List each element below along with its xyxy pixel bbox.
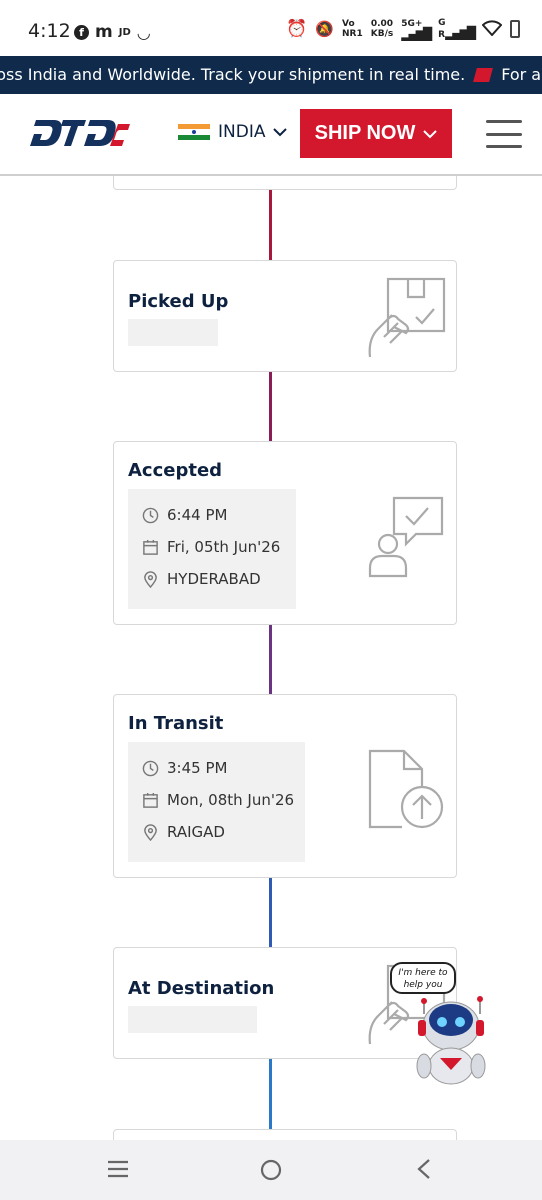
- robot-icon: [416, 996, 486, 1085]
- clock-icon: [142, 760, 159, 776]
- facebook-icon: f: [74, 24, 89, 40]
- india-flag-icon: [178, 124, 210, 140]
- step-details: 6:44 PM Fri, 05th Jun'26 HYDERABAD: [128, 489, 296, 609]
- detail-date-row: Mon, 08th Jun'26: [128, 784, 305, 816]
- timeline-card-previous: [113, 176, 457, 190]
- hamburger-menu-button[interactable]: [486, 120, 522, 148]
- system-icons: ⏰ 🔕 Vo NR1 0.00 KB/s 5G+ ▂▄▆█ G R▂▄▆█: [286, 18, 520, 40]
- ship-now-label: SHIP NOW: [314, 122, 416, 144]
- country-selector[interactable]: INDIA: [178, 122, 288, 142]
- status-bar: 4:12 f m JD ◡ ⏰ 🔕 Vo NR1 0.00 KB/s 5G+ ▂…: [0, 0, 542, 56]
- timeline-card-accepted: Accepted 6:44 PM Fri, 05th Jun'26 HYDERA…: [113, 441, 457, 625]
- recent-apps-icon[interactable]: [106, 1158, 130, 1180]
- location-pin-icon: [144, 823, 157, 841]
- dtdc-logo[interactable]: [30, 118, 130, 152]
- detail-time-row: 6:44 PM: [128, 499, 296, 531]
- site-header: INDIA SHIP NOW: [0, 94, 542, 176]
- calendar-icon: [143, 792, 158, 808]
- smile-icon: ◡: [136, 22, 151, 42]
- step-title: In Transit: [128, 713, 224, 734]
- m-icon: m: [95, 22, 113, 42]
- alarm-icon: ⏰: [286, 19, 308, 39]
- speed-unit: KB/s: [370, 29, 394, 39]
- detail-location: HYDERABAD: [167, 570, 261, 588]
- back-icon[interactable]: [414, 1158, 434, 1180]
- battery-icon: [510, 20, 520, 38]
- home-icon[interactable]: [259, 1158, 283, 1182]
- chevron-down-icon: [273, 128, 288, 137]
- detail-time-row: 3:45 PM: [128, 752, 305, 784]
- chatbot-bubble: I'm here to help you: [390, 962, 456, 994]
- step-details: 3:45 PM Mon, 08th Jun'26 RAIGAD: [128, 742, 305, 862]
- timeline-connector: [269, 372, 272, 442]
- red-flag-icon: [473, 67, 494, 82]
- volte-label: Vo: [342, 19, 355, 29]
- wifi-icon: [481, 19, 503, 39]
- notification-icons: f m JD ◡: [74, 22, 151, 42]
- ticker-text-2: For any c: [501, 65, 542, 84]
- signal-5g-icon: 5G+ ▂▄▆█: [401, 19, 432, 41]
- clock-icon: [142, 507, 159, 523]
- timeline-connector: [269, 878, 272, 948]
- detail-time: 6:44 PM: [167, 506, 228, 524]
- signal-g-icon: G R▂▄▆█: [438, 18, 476, 40]
- speed-value: 0.00: [370, 19, 394, 29]
- detail-location-row: HYDERABAD: [128, 563, 296, 595]
- system-navigation-bar: [0, 1140, 542, 1200]
- location-pin-icon: [144, 570, 157, 588]
- announcement-ticker: ross India and Worldwide. Track your shi…: [0, 56, 542, 94]
- timeline-connector: [269, 1059, 272, 1140]
- document-upload-icon: [368, 749, 444, 829]
- timeline-connector: [269, 625, 272, 695]
- step-title: Accepted: [128, 460, 223, 481]
- details-placeholder: [128, 1006, 257, 1033]
- jd-icon: JD: [118, 26, 131, 38]
- calendar-icon: [143, 539, 158, 555]
- mute-icon: 🔕: [315, 20, 334, 38]
- person-check-chat-icon: [368, 496, 444, 578]
- ticker-text: ross India and Worldwide. Track your shi…: [0, 65, 466, 84]
- timeline-card-in-transit: In Transit 3:45 PM Mon, 08th Jun'26 RAIG…: [113, 694, 457, 878]
- chatbot-launcher[interactable]: I'm here to help you: [386, 960, 496, 1090]
- details-placeholder: [128, 319, 218, 346]
- volte-indicator: Vo NR1: [342, 19, 363, 39]
- detail-location: RAIGAD: [167, 823, 225, 841]
- nr-label: NR1: [342, 29, 363, 39]
- detail-time: 3:45 PM: [167, 759, 228, 777]
- timeline-card-picked-up: Picked Up: [113, 260, 457, 372]
- step-title: Picked Up: [128, 291, 229, 312]
- step-title: At Destination: [128, 978, 275, 999]
- detail-date: Fri, 05th Jun'26: [167, 538, 281, 556]
- timeline-card-next: [113, 1129, 457, 1140]
- detail-location-row: RAIGAD: [128, 816, 305, 848]
- status-time: 4:12: [28, 20, 71, 42]
- country-label: INDIA: [218, 122, 266, 142]
- speed-indicator: 0.00 KB/s: [371, 19, 393, 39]
- chevron-down-icon: [423, 129, 438, 138]
- ship-now-button[interactable]: SHIP NOW: [300, 109, 452, 158]
- hand-package-icon: [368, 277, 446, 358]
- detail-date-row: Fri, 05th Jun'26: [128, 531, 296, 563]
- timeline-connector: [269, 190, 272, 260]
- detail-date: Mon, 08th Jun'26: [167, 791, 295, 809]
